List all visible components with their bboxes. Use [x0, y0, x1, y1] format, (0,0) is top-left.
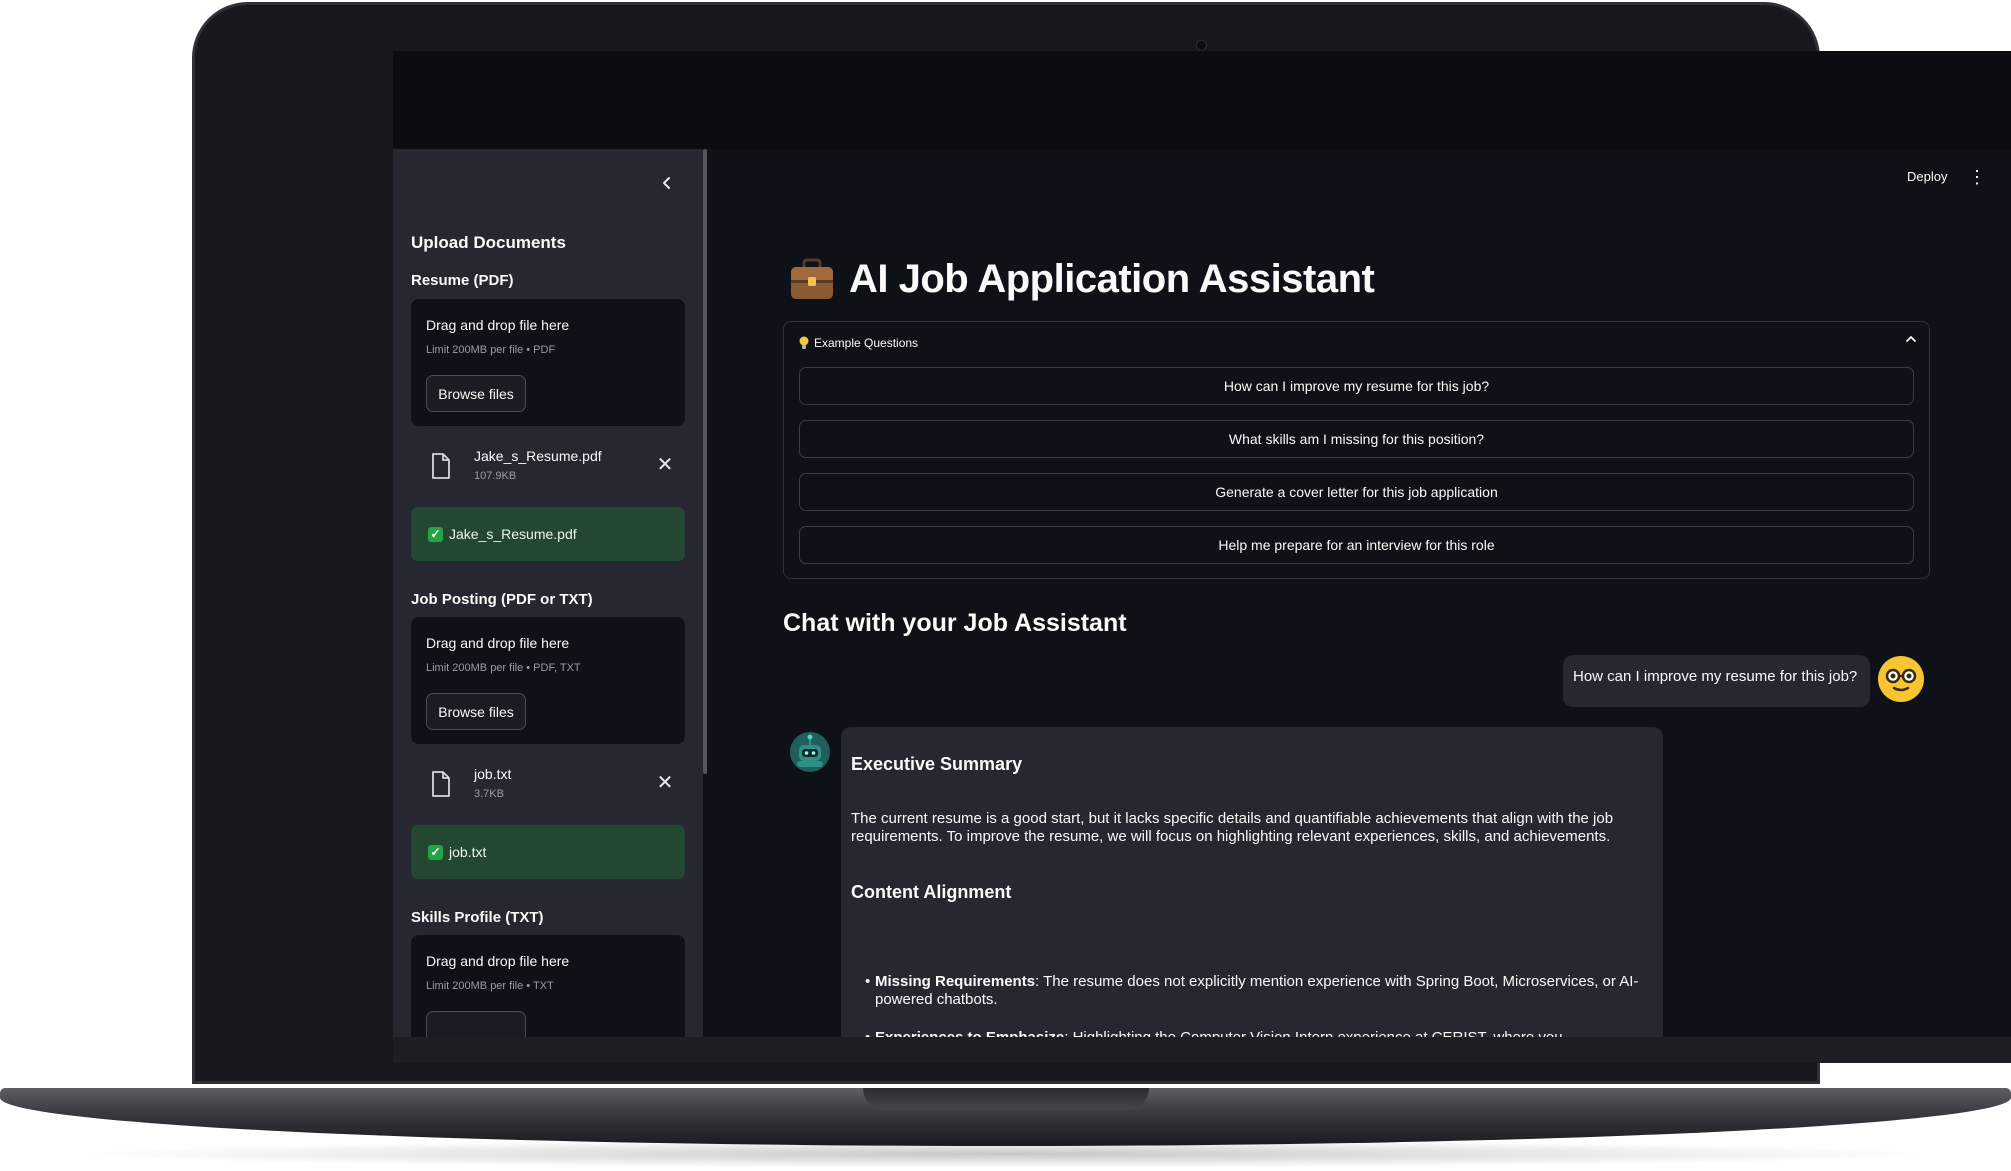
job-posting-label: Job Posting (PDF or TXT) [411, 591, 593, 608]
skills-browse-button[interactable] [426, 1011, 526, 1037]
camera [1196, 40, 1207, 51]
bot-avatar-icon [790, 732, 830, 772]
check-icon: ✓ [428, 844, 443, 860]
dropzone-limit: Limit 200MB per file • PDF, TXT [426, 662, 581, 674]
resume-success-text: Jake_s_Resume.pdf [449, 526, 577, 542]
laptop-lid: Upload Documents Resume (PDF) Drag and d… [192, 2, 2011, 1084]
dropzone-title: Drag and drop file here [426, 953, 570, 969]
bullet-bold: Missing Requirements [875, 973, 1036, 990]
expander-header[interactable]: Example Questions [799, 336, 918, 350]
app-screen: Upload Documents Resume (PDF) Drag and d… [393, 51, 2011, 1063]
expander-label: Example Questions [814, 336, 919, 350]
summary-heading: Executive Summary [851, 754, 1023, 774]
assistant-message: Executive Summary The current resume is … [841, 727, 1663, 1057]
example-question-button[interactable]: What skills am I missing for this positi… [799, 420, 1914, 458]
page-title: AI Job Application Assistant [789, 249, 1375, 309]
file-icon [432, 771, 450, 797]
alignment-heading: Content Alignment [851, 882, 1012, 902]
close-icon[interactable]: ✕ [655, 773, 675, 793]
user-message: How can I improve my resume for this job… [1563, 655, 1870, 707]
screen-bottom-bezel [393, 1037, 2011, 1063]
dropzone-limit: Limit 200MB per file • TXT [426, 980, 554, 992]
job-success-text: job.txt [449, 844, 487, 860]
job-file-row: job.txt 3.7KB ✕ [411, 757, 685, 813]
chevron-left-icon [663, 177, 670, 189]
briefcase-icon [791, 258, 833, 299]
sidebar-heading: Upload Documents [411, 233, 566, 252]
screen-top-bar [393, 51, 2011, 149]
skills-label: Skills Profile (TXT) [411, 909, 544, 926]
job-file-name: job.txt [474, 766, 512, 782]
collapse-sidebar-button[interactable] [655, 171, 679, 195]
laptop-notch [863, 1088, 1149, 1110]
resume-success-alert: ✓ Jake_s_Resume.pdf [411, 507, 685, 561]
user-avatar-icon [1878, 656, 1924, 702]
more-vert-icon[interactable]: ⋮ [1968, 165, 1986, 189]
job-posting-dropzone[interactable]: Drag and drop file here Limit 200MB per … [411, 617, 685, 744]
job-posting-browse-button[interactable]: Browse files [426, 693, 526, 730]
page-title-text: AI Job Application Assistant [849, 256, 1375, 301]
chat-heading: Chat with your Job Assistant [783, 609, 1127, 637]
example-questions-expander: Example Questions How can I improve my r… [783, 321, 1930, 579]
check-icon: ✓ [428, 526, 443, 542]
dropzone-title: Drag and drop file here [426, 317, 570, 333]
example-question-button[interactable]: Generate a cover letter for this job app… [799, 473, 1914, 511]
bullet-item: Missing Requirements: The resume does no… [875, 973, 1655, 1009]
deploy-button[interactable]: Deploy [1907, 169, 1947, 184]
job-file-size: 3.7KB [474, 788, 504, 800]
skills-dropzone[interactable]: Drag and drop file here Limit 200MB per … [411, 935, 685, 1037]
example-question-button[interactable]: How can I improve my resume for this job… [799, 367, 1914, 405]
resume-file-row: Jake_s_Resume.pdf 107.9KB ✕ [411, 439, 685, 495]
resume-file-name: Jake_s_Resume.pdf [474, 448, 602, 464]
dropzone-title: Drag and drop file here [426, 635, 570, 651]
file-icon [432, 453, 450, 479]
sidebar: Upload Documents Resume (PDF) Drag and d… [393, 149, 703, 1037]
bulb-icon [799, 336, 809, 349]
resume-file-size: 107.9KB [474, 470, 517, 482]
summary-paragraph: The current resume is a good start, but … [851, 810, 1614, 845]
close-icon[interactable]: ✕ [655, 455, 675, 475]
chevron-up-icon[interactable] [1902, 332, 1920, 350]
resume-browse-button[interactable]: Browse files [426, 375, 526, 412]
resume-dropzone[interactable]: Drag and drop file here Limit 200MB per … [411, 299, 685, 426]
dropzone-limit: Limit 200MB per file • PDF [426, 344, 556, 356]
resume-label: Resume (PDF) [411, 272, 514, 289]
job-success-alert: ✓ job.txt [411, 825, 685, 879]
sidebar-scrollbar[interactable] [703, 149, 707, 774]
example-question-button[interactable]: Help me prepare for an interview for thi… [799, 526, 1914, 564]
bullet-dot: • [865, 973, 871, 990]
